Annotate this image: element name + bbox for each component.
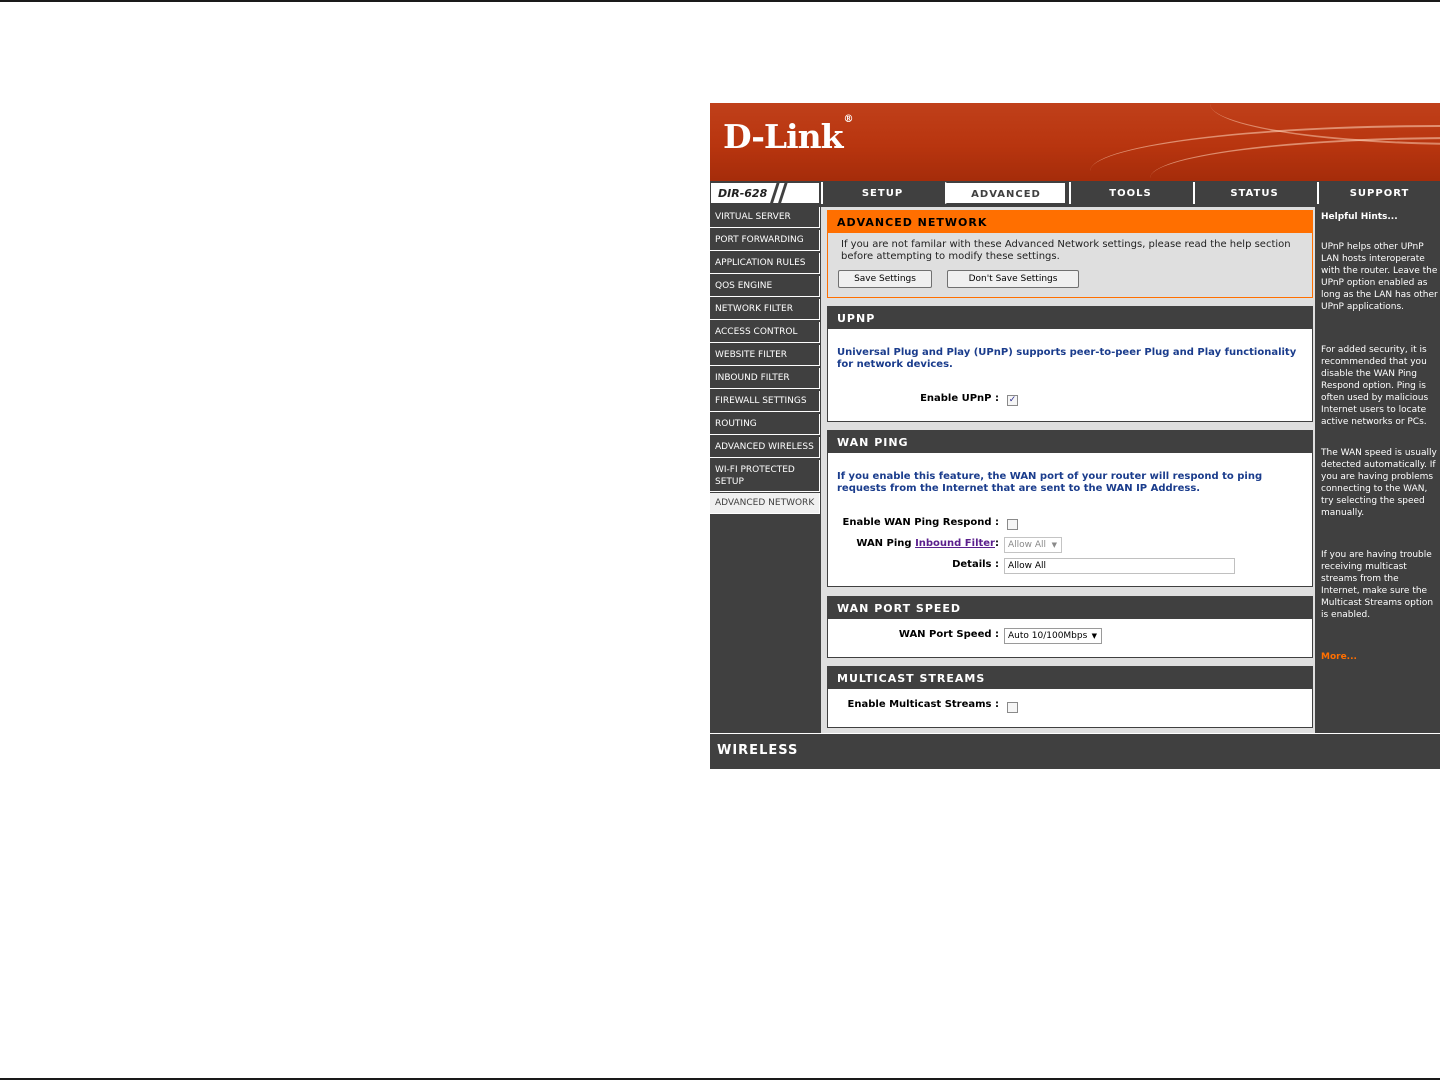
enable-upnp-label: Enable UPnP : — [920, 393, 999, 404]
page-top-rule — [0, 0, 1440, 2]
tab-advanced[interactable]: ADVANCED — [945, 182, 1066, 204]
sidebar-item-application-rules[interactable]: APPLICATION RULES — [710, 253, 820, 274]
save-settings-button[interactable]: Save Settings — [838, 270, 932, 288]
tab-setup[interactable]: SETUP — [821, 182, 942, 204]
main-content: ADVANCED NETWORK If you are not familar … — [821, 207, 1315, 733]
router-admin-window: D-Link® DIR-628 SETUP ADVANCED TOOLS STA… — [710, 103, 1440, 769]
multicast-streams-section: MULTICAST STREAMS Enable Multicast Strea… — [827, 666, 1313, 728]
wan-ping-filter-label: WAN Ping Inbound Filter: — [856, 538, 999, 549]
section-title: WAN PORT SPEED — [828, 597, 1312, 619]
wan-port-speed-label: WAN Port Speed : — [898, 629, 999, 640]
intro-text: If you are not familar with these Advanc… — [841, 239, 1291, 262]
enable-multicast-checkbox[interactable] — [1007, 702, 1018, 713]
wan-port-speed-select[interactable]: Auto 10/100Mbps ▼ — [1004, 628, 1102, 644]
wan-ping-description: If you enable this feature, the WAN port… — [837, 471, 1263, 494]
wan-ping-filter-value: Allow All — [1008, 540, 1047, 550]
sidebar-item-access-control[interactable]: ACCESS CONTROL — [710, 322, 820, 343]
dlink-banner: D-Link® — [710, 103, 1440, 181]
hint-text: If you are having trouble receiving mult… — [1321, 550, 1434, 620]
upnp-section: UPNP Universal Plug and Play (UPnP) supp… — [827, 306, 1313, 422]
inbound-filter-link[interactable]: Inbound Filter — [915, 538, 995, 549]
sidebar-item-virtual-server[interactable]: VIRTUAL SERVER — [710, 207, 820, 228]
section-title: MULTICAST STREAMS — [828, 667, 1312, 689]
hint-text: For added security, it is recommended th… — [1321, 345, 1429, 427]
enable-multicast-label: Enable Multicast Streams : — [847, 699, 999, 710]
wan-port-speed-value: Auto 10/100Mbps — [1008, 631, 1088, 641]
sidebar-item-network-filter[interactable]: NETWORK FILTER — [710, 299, 820, 320]
footer-bar: WIRELESS — [710, 733, 1440, 769]
wan-ping-filter-select[interactable]: Allow All ▼ — [1004, 537, 1062, 553]
wireless-wordmark: WIRELESS — [717, 743, 799, 758]
model-badge: DIR-628 — [710, 182, 820, 205]
dont-save-settings-button[interactable]: Don't Save Settings — [947, 270, 1079, 288]
advanced-network-section: ADVANCED NETWORK If you are not familar … — [827, 210, 1313, 298]
enable-wan-ping-label: Enable WAN Ping Respond : — [842, 517, 999, 528]
top-nav: DIR-628 SETUP ADVANCED TOOLS STATUS SUPP… — [710, 182, 1440, 206]
dlink-logo: D-Link® — [723, 114, 854, 156]
wan-port-speed-section: WAN PORT SPEED WAN Port Speed : Auto 10/… — [827, 596, 1313, 658]
helpful-hints-panel: Helpful Hints... UPnP helps other UPnP L… — [1317, 207, 1440, 733]
hint-text: UPnP helps other UPnP LAN hosts interope… — [1321, 242, 1438, 312]
details-field: Allow All — [1004, 558, 1235, 574]
sidebar-item-port-forwarding[interactable]: PORT FORWARDING — [710, 230, 820, 251]
section-title: ADVANCED NETWORK — [828, 211, 1312, 233]
sidebar-item-qos-engine[interactable]: QOS ENGINE — [710, 276, 820, 297]
hint-text: The WAN speed is usually detected automa… — [1321, 448, 1437, 518]
sidebar-item-routing[interactable]: ROUTING — [710, 414, 820, 435]
more-link[interactable]: More... — [1321, 652, 1357, 662]
sidebar-item-inbound-filter[interactable]: INBOUND FILTER — [710, 368, 820, 389]
model-slash — [777, 183, 788, 205]
tab-tools[interactable]: TOOLS — [1069, 182, 1190, 204]
sidebar-item-firewall-settings[interactable]: FIREWALL SETTINGS — [710, 391, 820, 412]
sidebar-item-website-filter[interactable]: WEBSITE FILTER — [710, 345, 820, 366]
wan-ping-filter-prefix: WAN Ping — [856, 538, 912, 549]
sidebar-item-advanced-network[interactable]: ADVANCED NETWORK — [710, 493, 820, 514]
chevron-down-icon: ▼ — [1091, 632, 1097, 640]
details-label: Details : — [952, 559, 999, 570]
hints-title: Helpful Hints... — [1321, 212, 1398, 222]
enable-wan-ping-checkbox[interactable] — [1007, 519, 1018, 530]
model-name: DIR-628 — [718, 187, 768, 200]
section-title: UPNP — [828, 307, 1312, 329]
enable-upnp-checkbox[interactable]: ✓ — [1007, 395, 1018, 406]
wan-ping-section: WAN PING If you enable this feature, the… — [827, 430, 1313, 587]
section-title: WAN PING — [828, 431, 1312, 453]
wan-ping-filter-suffix: : — [995, 538, 999, 549]
sidebar-item-wifi-protected-setup[interactable]: WI-FI PROTECTED SETUP — [710, 460, 820, 492]
upnp-description: Universal Plug and Play (UPnP) supports … — [837, 347, 1297, 370]
sidebar-item-advanced-wireless[interactable]: ADVANCED WIRELESS — [710, 437, 820, 458]
chevron-down-icon: ▼ — [1051, 541, 1057, 549]
tab-status[interactable]: STATUS — [1193, 182, 1314, 204]
tab-support[interactable]: SUPPORT — [1317, 182, 1440, 204]
page-bottom-rule — [0, 1078, 1440, 1080]
